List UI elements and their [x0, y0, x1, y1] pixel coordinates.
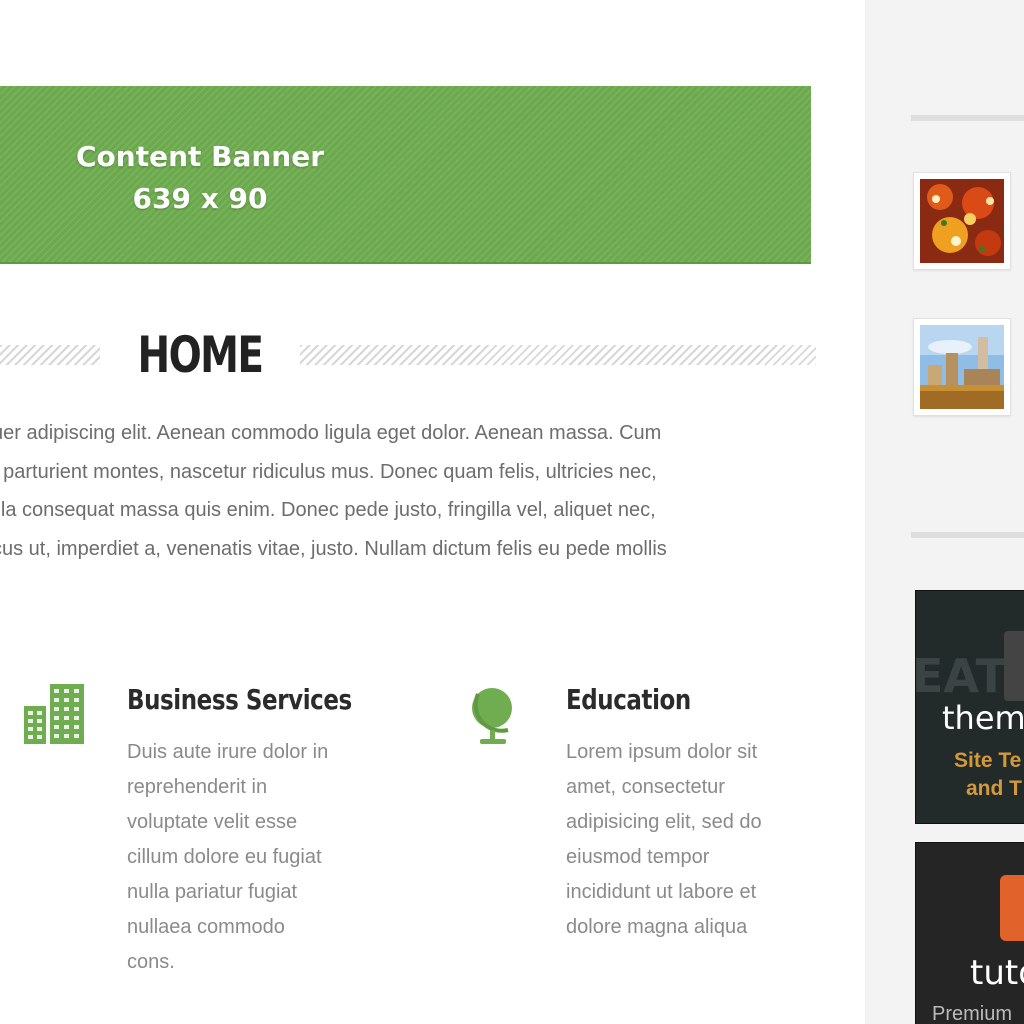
page-title: HOME: [137, 326, 264, 384]
banner-line-1: Content Banner: [75, 140, 325, 173]
feature-title: Business Services: [127, 683, 352, 716]
heading-hatch-right: [300, 345, 816, 365]
ad-line-1: Site Te: [954, 749, 1022, 772]
sidebar-divider: [911, 532, 1024, 538]
feature-line: cillum dolore eu fugiat: [127, 846, 322, 868]
feature-line: reprehenderit in: [127, 776, 268, 798]
ad-title: theme: [942, 699, 1024, 737]
intro-paragraph: uer adipiscing elit. Aenean commodo ligu…: [0, 414, 812, 568]
intro-line: illa consequat massa quis enim. Donec pe…: [0, 499, 656, 521]
intro-line: uer adipiscing elit. Aenean commodo ligu…: [0, 422, 662, 444]
ad-line-1: Premium: [932, 1003, 1013, 1024]
feature-line: adipisicing elit, sed do: [566, 811, 762, 833]
ad-logo-icon: [1000, 875, 1024, 941]
feature-line: Lorem ipsum dolor sit: [566, 741, 758, 763]
feature-line: voluptate velit esse: [127, 811, 298, 833]
thumbnail-city[interactable]: [913, 318, 1011, 416]
intro-line: , parturient montes, nascetur ridiculus …: [0, 460, 657, 483]
heading-hatch-left: [0, 345, 100, 365]
feature-line: amet, consectetur: [566, 776, 725, 798]
feature-line: cons.: [127, 951, 175, 973]
feature-title: Education: [566, 683, 691, 716]
feature-text: Lorem ipsum dolor sit amet, consectetur …: [566, 735, 762, 945]
feature-line: dolore magna aliqua: [566, 916, 748, 938]
sidebar-ad-themeforest[interactable]: EATUR theme Site Te and T: [915, 590, 1024, 824]
ad-device-image: [1004, 631, 1024, 701]
feature-text: Duis aute irure dolor in reprehenderit i…: [127, 735, 328, 980]
thumbnail-pizza[interactable]: [913, 172, 1011, 270]
globe-icon: [472, 688, 512, 744]
ad-title: tuto: [970, 953, 1024, 993]
feature-line: eiusmod tempor: [566, 846, 710, 868]
ad-line-2: and T: [966, 777, 1022, 800]
feature-line: incididunt ut labore et: [566, 881, 757, 903]
main-content: Content Banner 639 x 90 HOME uer adipisc…: [0, 0, 865, 1024]
intro-line: cus ut, imperdiet a, venenatis vitae, ju…: [0, 537, 667, 560]
pizza-photo-icon: [920, 179, 1004, 263]
feature-line: nullaea commodo: [127, 916, 285, 938]
building-icon: [24, 684, 84, 744]
sidebar-divider: [911, 115, 1024, 121]
sidebar-ad-tutsplus[interactable]: tuto Premium: [915, 842, 1024, 1024]
feature-line: Duis aute irure dolor in: [127, 741, 329, 763]
sidebar: EATUR theme Site Te and T tuto Premium: [865, 0, 1024, 1024]
content-banner-label: Content Banner 639 x 90: [0, 136, 400, 220]
banner-line-2: 639 x 90: [132, 182, 268, 215]
city-photo-icon: [920, 325, 1004, 409]
feature-line: nulla pariatur fugiat: [127, 881, 298, 903]
